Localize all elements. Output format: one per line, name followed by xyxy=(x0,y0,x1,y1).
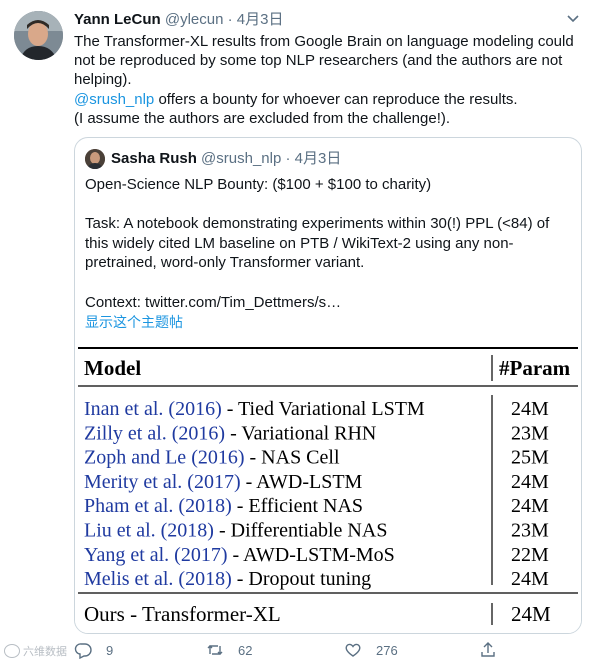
table-row-citation: Zilly et al. (2016) xyxy=(84,422,225,444)
table-row-citation: Melis et al. (2018) xyxy=(84,568,232,590)
table-row-citation: Pham et al. (2018) xyxy=(84,495,232,517)
watermark-text: 六维数据 xyxy=(23,646,67,658)
share-icon xyxy=(481,642,495,657)
table-row-param: 25M xyxy=(511,447,549,469)
table-ours-model: Ours - Transformer-XL xyxy=(84,602,281,626)
retweet-button[interactable]: 62 xyxy=(206,640,252,660)
action-bar: 9 62 276 xyxy=(74,640,574,660)
table-header-model: Model xyxy=(84,356,141,380)
table-row-model: Zilly et al. (2016) - Variational RHN xyxy=(84,422,376,444)
share-button[interactable] xyxy=(479,640,497,660)
table-row-param: 22M xyxy=(511,544,549,566)
table-row-citation: Zoph and Le (2016) xyxy=(84,447,245,469)
reply-count: 9 xyxy=(106,642,114,658)
reply-button[interactable]: 9 xyxy=(74,640,113,660)
separator-dot: · xyxy=(285,150,291,167)
table-row-param: 24M xyxy=(511,495,549,517)
table-row-model: Liu et al. (2018) - Differentiable NAS xyxy=(84,520,387,542)
table-row-description: - AWD-LSTM xyxy=(241,471,363,493)
quote-author-handle[interactable]: @srush_nlp xyxy=(201,150,281,167)
like-button[interactable]: 276 xyxy=(344,640,398,660)
table-row-model: Pham et al. (2018) - Efficient NAS xyxy=(84,495,363,517)
table-row-model: Melis et al. (2018) - Dropout tuning xyxy=(84,568,371,590)
quote-date[interactable]: 4月3日 xyxy=(295,150,342,167)
like-count: 276 xyxy=(376,642,398,658)
table-rows: Inan et al. (2016) - Tied Variational LS… xyxy=(84,398,549,590)
quote-text: Open-Science NLP Bounty: ($100 + $100 to… xyxy=(85,176,550,311)
results-table-image[interactable]: Model #Param Inan et al. (2016) - Tied V… xyxy=(75,345,581,633)
quote-author-avatar[interactable] xyxy=(85,149,105,169)
heart-icon xyxy=(345,643,361,657)
table-row-model: Zoph and Le (2016) - NAS Cell xyxy=(84,447,340,469)
table-row-description: - Efficient NAS xyxy=(232,495,363,517)
table-row-param: 24M xyxy=(511,471,549,493)
show-thread-link[interactable]: 显示这个主题帖 xyxy=(85,312,183,332)
reply-icon xyxy=(74,643,92,659)
table-row-description: - AWD-LSTM-MoS xyxy=(228,544,395,566)
watermark: 六维数据 xyxy=(4,643,67,659)
tweet-header: Yann LeCun @ylecun · 4月3日 xyxy=(74,10,283,30)
tweet-date[interactable]: 4月3日 xyxy=(237,11,284,28)
table-row-citation: Inan et al. (2016) xyxy=(84,398,222,420)
table-row-description: - NAS Cell xyxy=(245,447,340,469)
author-avatar[interactable] xyxy=(14,11,63,60)
table-row-citation: Liu et al. (2018) xyxy=(84,520,214,542)
separator-dot: · xyxy=(227,11,233,28)
tweet-text: The Transformer-XL results from Google B… xyxy=(74,32,574,128)
quote-header: Sasha Rush @srush_nlp · 4月3日 xyxy=(111,149,341,169)
table-row-param: 23M xyxy=(511,520,549,542)
retweet-count: 62 xyxy=(238,642,253,658)
tweet-text-part1: The Transformer-XL results from Google B… xyxy=(74,33,574,89)
table-row-param: 24M xyxy=(511,568,549,590)
quoted-tweet[interactable]: Sasha Rush @srush_nlp · 4月3日 Open-Scienc… xyxy=(74,137,582,634)
table-row-model: Inan et al. (2016) - Tied Variational LS… xyxy=(84,398,425,420)
retweet-icon xyxy=(207,645,223,655)
quote-author-name[interactable]: Sasha Rush xyxy=(111,150,197,167)
chevron-down-icon[interactable] xyxy=(565,10,581,26)
table-row-description: - Variational RHN xyxy=(225,422,376,444)
table-row-description: - Dropout tuning xyxy=(232,568,371,590)
table-row-description: - Tied Variational LSTM xyxy=(222,398,425,420)
table-row-description: - Differentiable NAS xyxy=(214,520,387,542)
watermark-logo-icon xyxy=(4,644,20,658)
author-name[interactable]: Yann LeCun xyxy=(74,11,161,28)
mention-link[interactable]: @srush_nlp xyxy=(74,91,154,108)
table-row-param: 24M xyxy=(511,398,549,420)
author-handle[interactable]: @ylecun xyxy=(165,11,224,28)
table-ours-param: 24M xyxy=(511,602,551,626)
table-row-param: 23M xyxy=(511,422,549,444)
table-row-citation: Yang et al. (2017) xyxy=(84,544,228,566)
table-row-model: Merity et al. (2017) - AWD-LSTM xyxy=(84,471,363,493)
table-row-citation: Merity et al. (2017) xyxy=(84,471,241,493)
table-header-param: #Param xyxy=(499,356,571,380)
table-row-model: Yang et al. (2017) - AWD-LSTM-MoS xyxy=(84,544,395,566)
